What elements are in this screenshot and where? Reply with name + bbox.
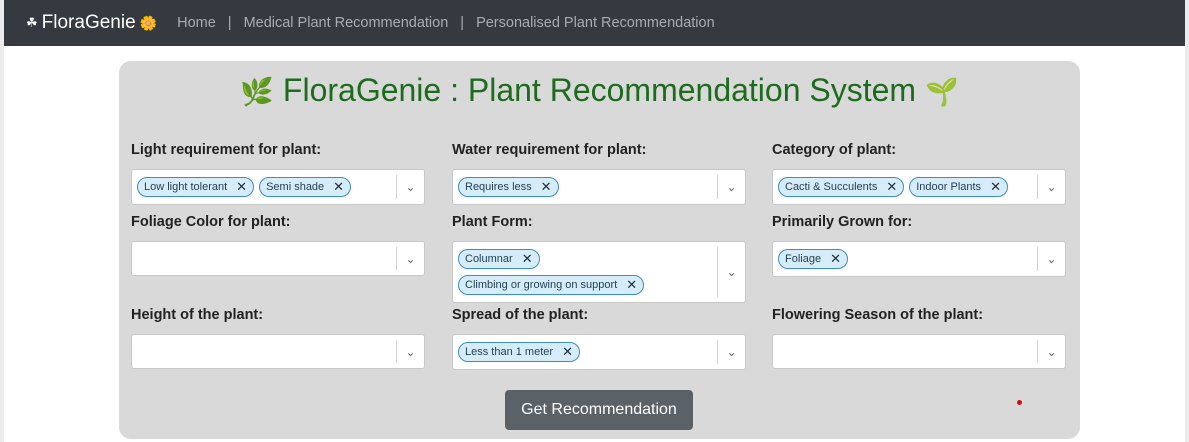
selected-chip: Columnar ✕ xyxy=(458,249,540,269)
chevron-down-icon[interactable]: ⌄ xyxy=(1037,175,1065,199)
clover-icon: ☘ xyxy=(26,15,38,30)
filter-field: Light requirement for plant: Low light to… xyxy=(131,142,425,205)
filter-field: Foliage Color for plant: ⌄ xyxy=(131,214,425,276)
field-label: Water requirement for plant: xyxy=(452,142,647,158)
brand-name: FloraGenie xyxy=(41,12,136,33)
field-label: Category of plant: xyxy=(772,142,897,158)
nav-link-medical[interactable]: Medical Plant Recommendation xyxy=(244,15,449,31)
page: ☘ FloraGenie 🌼 Home | Medical Plant Reco… xyxy=(4,0,1185,442)
chevron-down-icon[interactable]: ⌄ xyxy=(396,247,424,270)
remove-chip-icon[interactable]: ✕ xyxy=(886,180,897,193)
chevron-down-icon[interactable]: ⌄ xyxy=(717,340,745,364)
multi-select[interactable]: Foliage ✕ ⌄ xyxy=(772,241,1066,277)
selected-chip: Low light tolerant ✕ xyxy=(137,177,255,197)
remove-chip-icon[interactable]: ✕ xyxy=(541,180,552,193)
field-label: Height of the plant: xyxy=(131,307,264,323)
field-label: Foliage Color for plant: xyxy=(131,214,291,230)
flower-icon: 🌼 xyxy=(139,14,158,31)
herb-icon: 🌿 xyxy=(240,77,275,107)
chip-label: Semi shade xyxy=(266,181,325,193)
red-dot xyxy=(1017,400,1022,405)
brand[interactable]: ☘ FloraGenie 🌼 xyxy=(26,12,157,34)
multi-select[interactable]: Columnar ✕ Climbing or growing on support ✕… xyxy=(452,241,746,303)
recommendation-card: 🌿 FloraGenie : Plant Recommendation Syst… xyxy=(119,61,1080,439)
nav-separator: | xyxy=(227,15,232,31)
multi-select[interactable]: ⌄ xyxy=(131,334,425,369)
selected-chip: Cacti & Succulents ✕ xyxy=(778,177,905,197)
filter-field: Spread of the plant: Less than 1 meter ✕ ⌄ xyxy=(452,307,746,370)
get-recommendation-button[interactable]: Get Recommendation xyxy=(505,390,693,430)
remove-chip-icon[interactable]: ✕ xyxy=(333,180,344,193)
chip-label: Requires less xyxy=(465,181,532,193)
chevron-down-icon[interactable]: ⌄ xyxy=(396,340,424,363)
selected-chip: Semi shade ✕ xyxy=(259,177,352,197)
filter-field: Category of plant: Cacti & Succulents ✕ Ind… xyxy=(772,142,1066,205)
remove-chip-icon[interactable]: ✕ xyxy=(562,345,573,358)
filter-field: Height of the plant: ⌄ xyxy=(131,307,425,369)
page-title-text: FloraGenie : Plant Recommendation System xyxy=(282,72,917,108)
multi-select[interactable]: ⌄ xyxy=(131,241,425,276)
chevron-down-icon[interactable]: ⌄ xyxy=(1037,247,1065,271)
chevron-down-icon[interactable]: ⌄ xyxy=(717,175,745,199)
multi-select[interactable]: Cacti & Succulents ✕ Indoor Plants ✕ ⌄ xyxy=(772,169,1066,205)
remove-chip-icon[interactable]: ✕ xyxy=(236,180,247,193)
field-label: Light requirement for plant: xyxy=(131,142,322,158)
seedling-icon: 🌱 xyxy=(924,77,959,107)
filter-field: Water requirement for plant: Requires les… xyxy=(452,142,746,205)
selected-chip: Foliage ✕ xyxy=(778,249,848,269)
filter-field: Primarily Grown for: Foliage ✕ ⌄ xyxy=(772,214,1066,277)
nav-separator: | xyxy=(460,15,465,31)
chevron-down-icon[interactable]: ⌄ xyxy=(396,175,424,199)
page-title: 🌿 FloraGenie : Plant Recommendation Syst… xyxy=(119,72,1080,109)
field-label: Spread of the plant: xyxy=(452,307,589,323)
nav-link-home[interactable]: Home xyxy=(177,15,216,31)
chevron-down-icon[interactable]: ⌄ xyxy=(1037,340,1065,363)
remove-chip-icon[interactable]: ✕ xyxy=(626,278,637,291)
multi-select[interactable]: Low light tolerant ✕ Semi shade ✕ ⌄ xyxy=(131,169,425,205)
field-label: Primarily Grown for: xyxy=(772,214,913,230)
chip-label: Indoor Plants xyxy=(916,181,982,193)
chip-label: Cacti & Succulents xyxy=(785,181,878,193)
selected-chip: Climbing or growing on support ✕ xyxy=(458,275,645,295)
remove-chip-icon[interactable]: ✕ xyxy=(830,252,841,265)
chip-label: Low light tolerant xyxy=(144,181,228,193)
multi-select[interactable]: Less than 1 meter ✕ ⌄ xyxy=(452,334,746,370)
chip-label: Climbing or growing on support xyxy=(465,279,618,291)
field-label: Flowering Season of the plant: xyxy=(772,307,984,323)
chip-label: Foliage xyxy=(785,253,822,265)
chip-label: Columnar xyxy=(465,253,513,265)
chevron-down-icon[interactable]: ⌄ xyxy=(717,247,745,297)
remove-chip-icon[interactable]: ✕ xyxy=(990,180,1001,193)
filter-field: Plant Form: Columnar ✕ Climbing or growing … xyxy=(452,214,746,303)
nav-link-personalised[interactable]: Personalised Plant Recommendation xyxy=(476,15,715,31)
multi-select[interactable]: ⌄ xyxy=(772,334,1066,369)
chip-label: Less than 1 meter xyxy=(465,346,554,358)
remove-chip-icon[interactable]: ✕ xyxy=(522,252,533,265)
selected-chip: Less than 1 meter ✕ xyxy=(458,342,580,362)
selected-chip: Requires less ✕ xyxy=(458,177,559,197)
filter-field: Flowering Season of the plant: ⌄ xyxy=(772,307,1066,369)
field-label: Plant Form: xyxy=(452,214,533,230)
multi-select[interactable]: Requires less ✕ ⌄ xyxy=(452,169,746,205)
navbar: ☘ FloraGenie 🌼 Home | Medical Plant Reco… xyxy=(4,0,1185,46)
selected-chip: Indoor Plants ✕ xyxy=(909,177,1008,197)
